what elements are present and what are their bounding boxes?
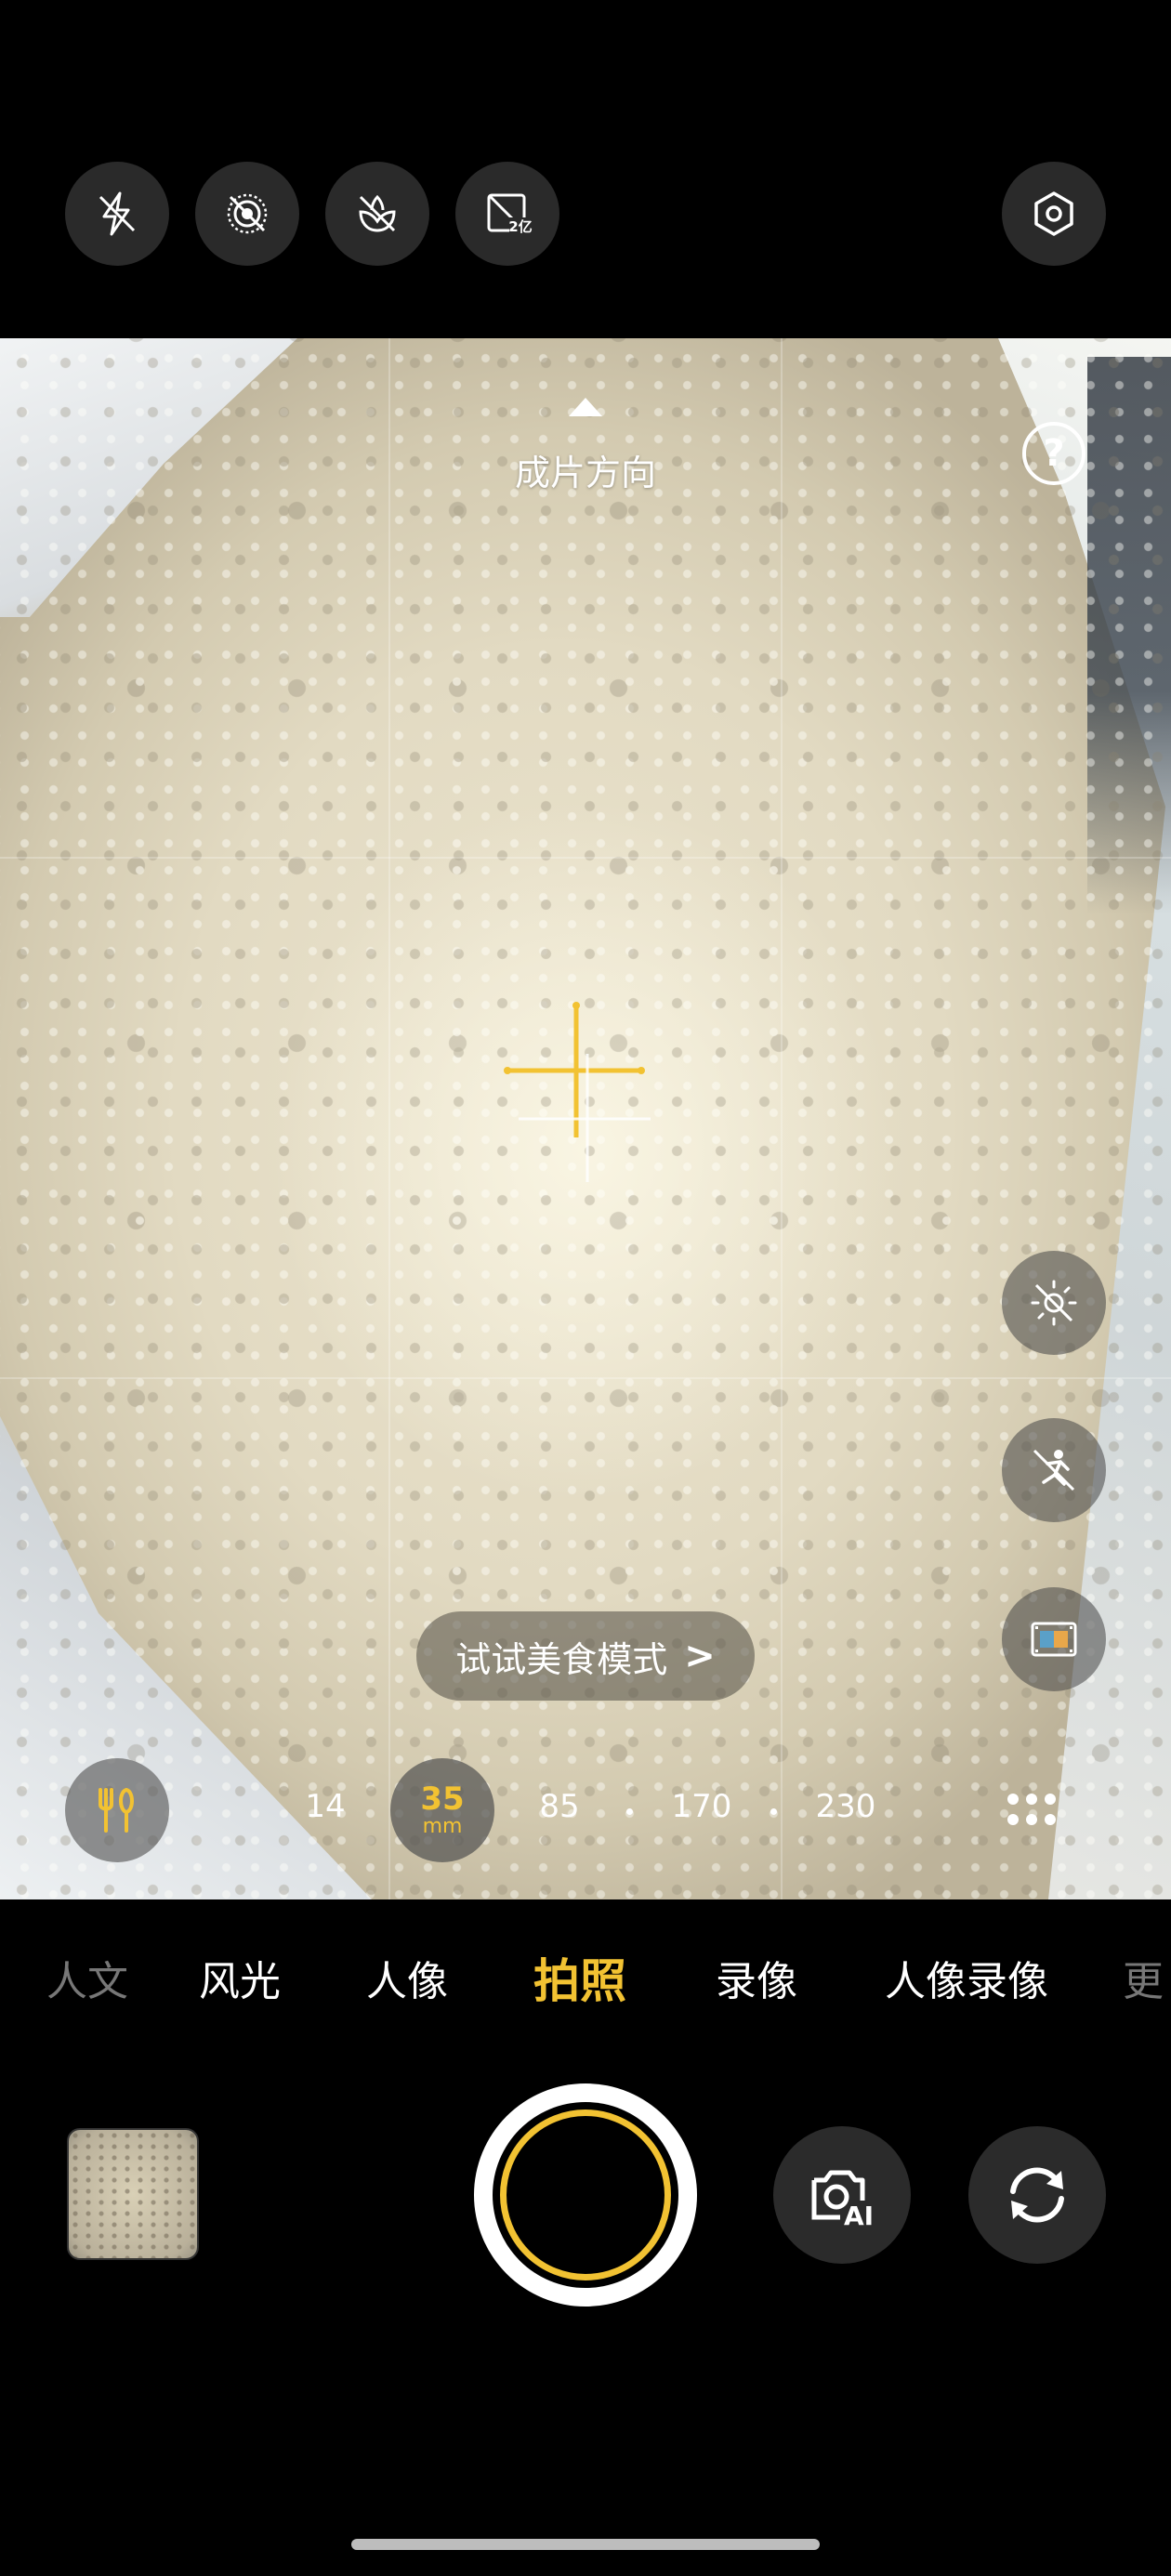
- thumbnail-texture: [69, 2130, 197, 2258]
- level-crosshair-icon: [504, 1002, 651, 1182]
- live-photo-off-icon: [227, 193, 268, 234]
- resolution-toggle-button[interactable]: 2亿: [455, 162, 559, 266]
- settings-button[interactable]: [1002, 162, 1106, 266]
- mode-photo-active[interactable]: 拍照: [533, 1944, 626, 2011]
- ai-camera-button[interactable]: AI: [773, 2126, 911, 2264]
- flash-off-icon: [99, 191, 136, 236]
- composition-grid-line: [388, 338, 390, 1899]
- chevron-right-icon: >: [684, 1635, 716, 1677]
- composition-grid-line: [0, 1377, 1171, 1379]
- macro-toggle-button[interactable]: [325, 162, 429, 266]
- more-options-icon[interactable]: [1004, 1782, 1059, 1838]
- exposure-toggle-button[interactable]: [1002, 1251, 1106, 1355]
- help-button[interactable]: ?: [1022, 422, 1085, 485]
- film-filter-button[interactable]: [1002, 1587, 1106, 1691]
- zoom-selector: 14 35 mm 85 170 230: [0, 1755, 1171, 1866]
- zoom-option-35-active[interactable]: 35 mm: [390, 1758, 494, 1862]
- food-mode-tip-label: 试试美食模式: [455, 1638, 668, 1680]
- home-indicator[interactable]: [351, 2539, 820, 2550]
- svg-text:AI: AI: [844, 2201, 874, 2231]
- zoom-step-dot: [626, 1808, 633, 1815]
- composition-grid-line: [781, 338, 783, 1899]
- mode-landscape[interactable]: 风光: [199, 1948, 281, 2007]
- mode-more[interactable]: 更: [1123, 1948, 1164, 2007]
- exposure-off-icon: [1031, 1280, 1077, 1326]
- film-filter-icon: [1031, 1622, 1077, 1657]
- shutter-inner: [493, 2102, 678, 2288]
- zoom-option-14[interactable]: 14: [279, 1788, 372, 1825]
- orientation-arrow-icon: [569, 398, 602, 416]
- zoom-active-unit: mm: [422, 1815, 463, 1838]
- resolution-label: 2亿: [508, 218, 532, 235]
- ai-camera-icon: AI: [811, 2170, 874, 2231]
- camera-viewfinder[interactable]: 成片方向 ? 试试美食模式 > 14 35 mm 85 170 230: [0, 338, 1171, 1899]
- food-mode-suggestion-button[interactable]: 试试美食模式 >: [416, 1611, 755, 1701]
- top-control-bar: 2亿: [0, 0, 1171, 338]
- zoom-option-85[interactable]: 85: [513, 1788, 606, 1825]
- fork-knife-icon: [99, 1787, 134, 1833]
- switch-camera-button[interactable]: [968, 2126, 1106, 2264]
- orientation-label: 成片方向: [514, 453, 656, 493]
- mode-humanity[interactable]: 人文: [46, 1948, 128, 2007]
- live-photo-toggle-button[interactable]: [195, 162, 299, 266]
- shutter-button[interactable]: [474, 2083, 697, 2307]
- zoom-active-value: 35: [420, 1781, 465, 1818]
- switch-camera-icon: [1010, 2167, 1064, 2223]
- motion-off-icon: [1033, 1449, 1075, 1492]
- settings-hexagon-icon: [1034, 191, 1073, 236]
- macro-off-icon: [359, 194, 396, 232]
- zoom-step-dot: [770, 1808, 777, 1815]
- zoom-option-170[interactable]: 170: [655, 1788, 748, 1825]
- motion-capture-toggle-button[interactable]: [1002, 1418, 1106, 1522]
- zoom-option-230[interactable]: 230: [799, 1788, 892, 1825]
- resolution-200mp-icon: 2亿: [487, 193, 533, 235]
- mode-portrait[interactable]: 人像: [366, 1948, 448, 2007]
- mode-video[interactable]: 录像: [716, 1948, 797, 2007]
- camera-mode-bar: 人文 风光 人像 拍照 录像 人像录像 更: [0, 1909, 1171, 2048]
- shutter-ring: [500, 2109, 671, 2280]
- flash-toggle-button[interactable]: [65, 162, 169, 266]
- food-mode-button[interactable]: [65, 1758, 169, 1862]
- gallery-thumbnail[interactable]: [67, 2128, 199, 2260]
- mode-portrait-video[interactable]: 人像录像: [885, 1948, 1048, 2007]
- composition-grid-line: [0, 857, 1171, 859]
